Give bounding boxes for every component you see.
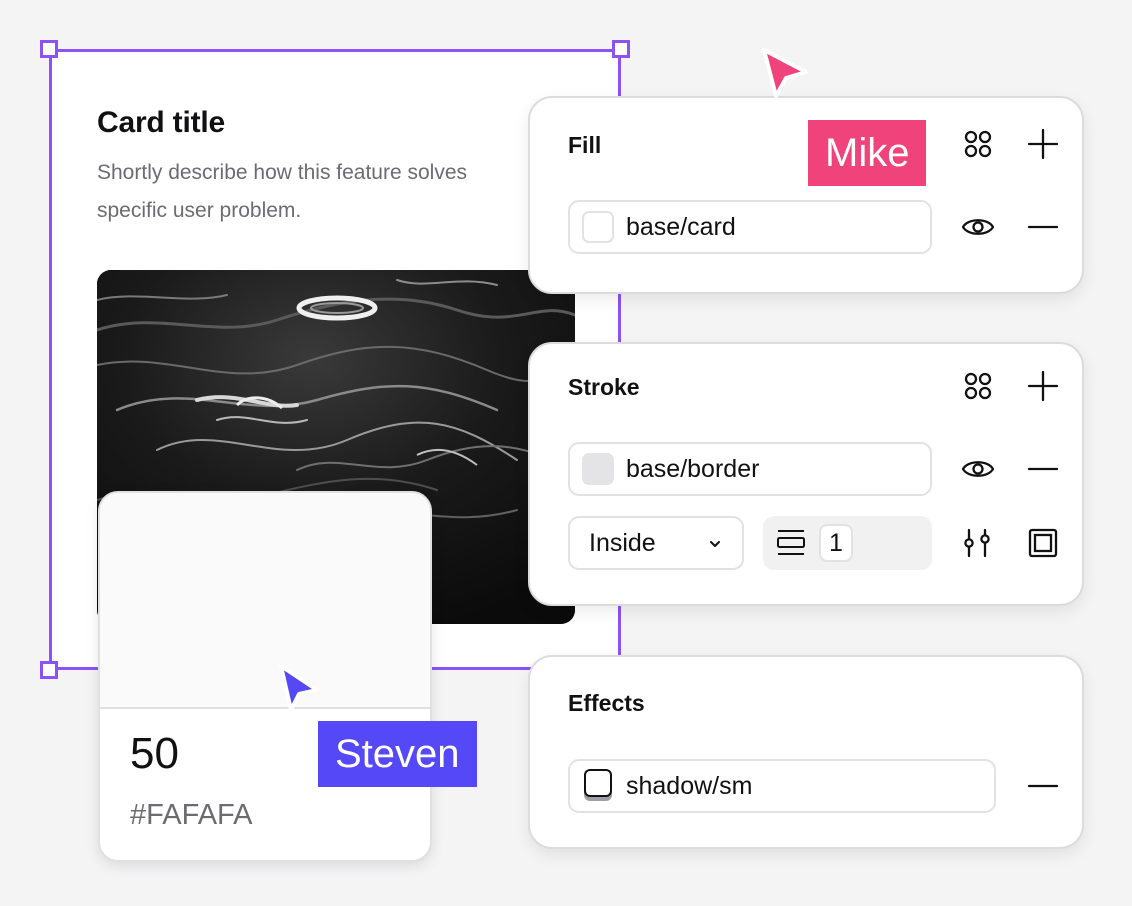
plus-icon	[1027, 128, 1059, 160]
plus-icon	[1027, 370, 1059, 402]
fill-token-label: base/card	[626, 212, 736, 241]
resize-handle-top-left[interactable]	[40, 40, 58, 58]
stroke-position-select[interactable]: Inside	[568, 516, 744, 570]
minus-icon	[1027, 467, 1059, 471]
effects-token-field[interactable]: shadow/sm	[568, 759, 996, 813]
color-swatch-card[interactable]: 50 #FAFAFA	[98, 491, 432, 862]
stroke-style-library-button[interactable]	[956, 364, 1000, 408]
stroke-color-chip[interactable]	[582, 453, 614, 485]
stroke-settings-button[interactable]	[956, 521, 1000, 565]
stroke-token-field[interactable]: base/border	[568, 442, 932, 496]
card-description-line-2: specific user problem.	[97, 199, 302, 222]
border-sides-icon	[1028, 528, 1058, 558]
fill-style-library-button[interactable]	[956, 122, 1000, 166]
resize-handle-bottom-left[interactable]	[40, 661, 58, 679]
add-fill-button[interactable]	[1021, 122, 1065, 166]
stroke-token-label: base/border	[626, 454, 760, 483]
eye-icon	[961, 461, 995, 477]
stroke-panel: Stroke base/border Inside 1	[528, 342, 1084, 606]
resize-handle-top-right[interactable]	[612, 40, 630, 58]
steven-name-tag: Steven	[318, 721, 477, 787]
chevron-down-icon	[710, 541, 720, 547]
stroke-weight-input[interactable]: 1	[819, 524, 853, 562]
card-title: Card title	[97, 106, 226, 139]
effects-panel: Effects shadow/sm	[528, 655, 1084, 849]
stroke-sides-button[interactable]	[1021, 521, 1065, 565]
mike-cursor-icon	[762, 48, 808, 98]
fill-panel: Fill base/card	[528, 96, 1084, 294]
effects-token-label: shadow/sm	[626, 771, 753, 800]
steven-cursor-icon	[279, 664, 319, 712]
remove-fill-button[interactable]	[1021, 205, 1065, 249]
fill-visibility-toggle[interactable]	[956, 205, 1000, 249]
minus-icon	[1027, 225, 1059, 229]
styles-grid-icon	[964, 372, 992, 400]
card-description-line-1: Shortly describe how this feature solves	[97, 161, 468, 184]
stroke-position-value: Inside	[589, 528, 656, 557]
remove-effect-button[interactable]	[1021, 764, 1065, 808]
styles-grid-icon	[964, 130, 992, 158]
shadow-chip-icon	[584, 769, 614, 803]
add-stroke-button[interactable]	[1021, 364, 1065, 408]
fill-token-field[interactable]: base/card	[568, 200, 932, 254]
fill-color-chip[interactable]	[582, 211, 614, 243]
stroke-weight-field[interactable]: 1	[763, 516, 932, 570]
swatch-shade-number: 50	[130, 729, 179, 778]
card-description: Shortly describe how this feature solves…	[97, 154, 547, 230]
effects-panel-title: Effects	[568, 690, 645, 716]
stroke-panel-title: Stroke	[568, 374, 640, 400]
remove-stroke-button[interactable]	[1021, 447, 1065, 491]
mike-name-tag: Mike	[808, 120, 927, 186]
stroke-visibility-toggle[interactable]	[956, 447, 1000, 491]
stroke-weight-icon	[777, 530, 805, 555]
sliders-icon	[964, 528, 990, 558]
minus-icon	[1027, 784, 1059, 788]
fill-panel-title: Fill	[568, 132, 602, 158]
eye-icon	[961, 219, 995, 235]
swatch-hex-code: #FAFAFA	[130, 799, 253, 831]
swatch-color-preview	[100, 493, 430, 709]
